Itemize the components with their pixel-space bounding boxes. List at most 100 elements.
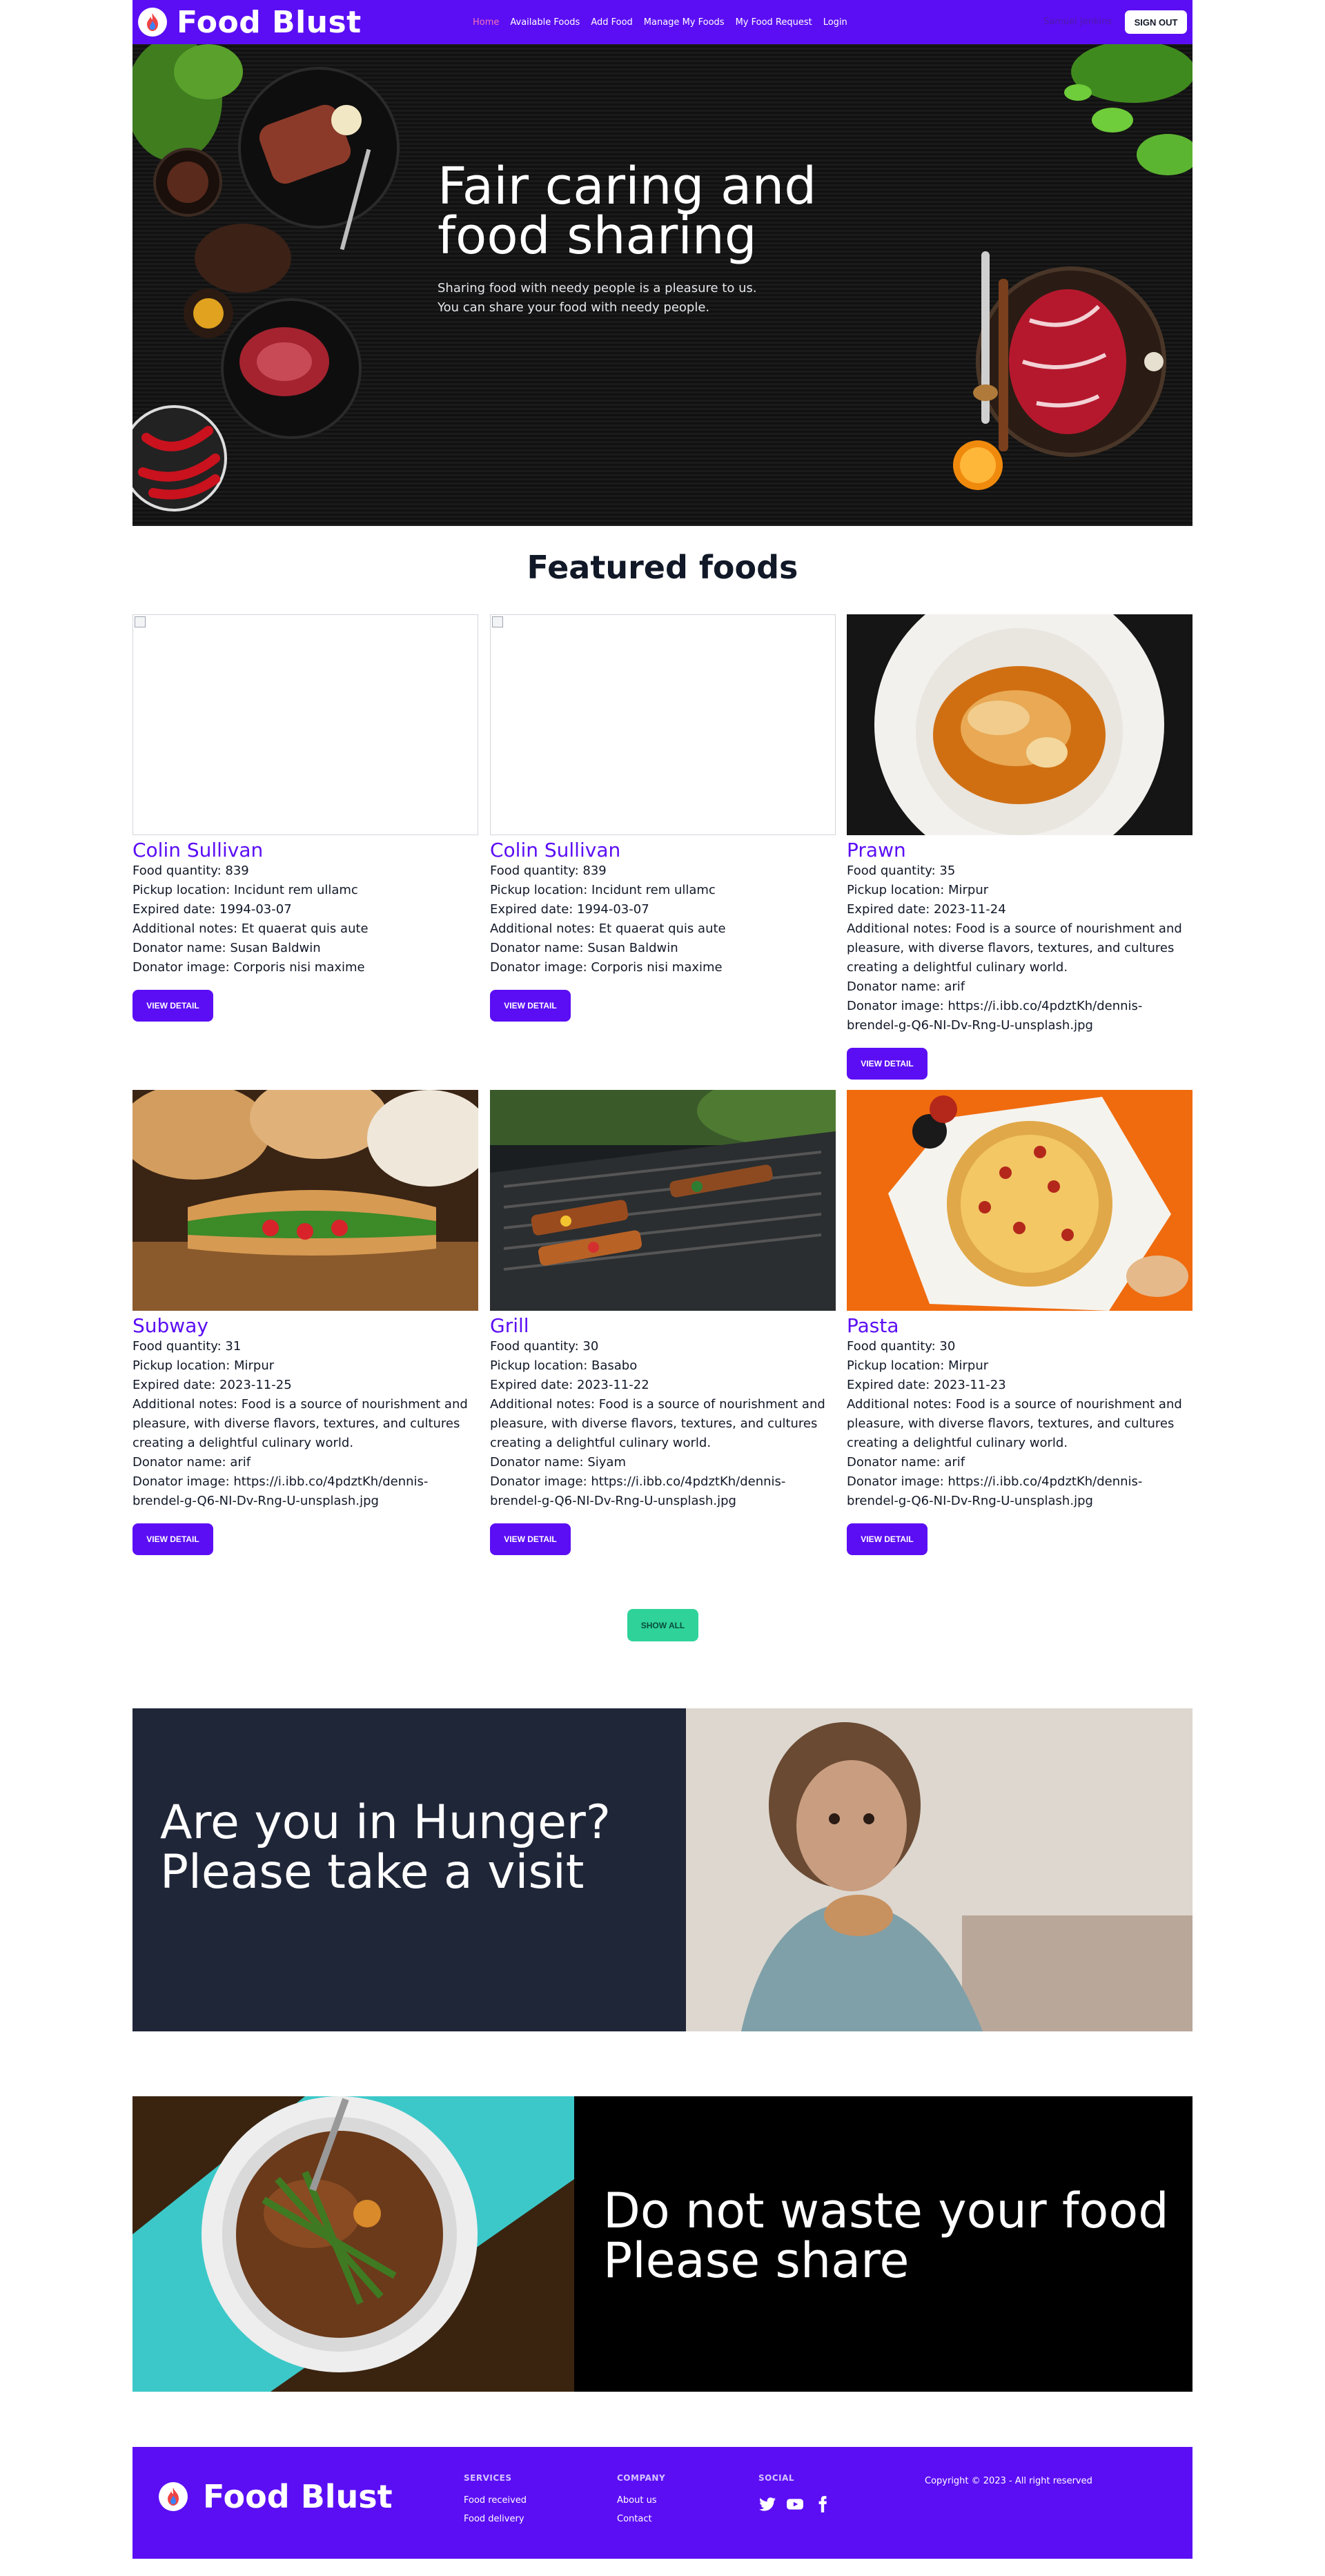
food-quantity: Food quantity: 30 bbox=[490, 1339, 599, 1354]
footer-brand-name: Food Blust bbox=[203, 2478, 393, 2515]
additional-notes: Additional notes: Food is a source of no… bbox=[847, 921, 1182, 975]
food-image-prawn bbox=[847, 614, 1192, 835]
food-card: Colin Sullivan Food quantity: 839 Pickup… bbox=[490, 614, 836, 1022]
nav-link-available-foods[interactable]: Available Foods bbox=[510, 17, 580, 28]
expired-date: Expired date: 1994-03-07 bbox=[132, 902, 292, 917]
additional-notes: Additional notes: Food is a source of no… bbox=[132, 1397, 468, 1450]
additional-notes: Additional notes: Et quaerat quis aute bbox=[132, 921, 369, 936]
donator-name: Donator name: arif bbox=[847, 1455, 965, 1470]
food-name: Pasta bbox=[847, 1314, 899, 1337]
additional-notes: Additional notes: Food is a source of no… bbox=[847, 1397, 1182, 1450]
show-all-button[interactable]: SHOW ALL bbox=[627, 1609, 698, 1641]
donator-image: Donator image: https://i.ibb.co/4pdztKh/… bbox=[847, 999, 1143, 1033]
donator-image: Donator image: https://i.ibb.co/4pdztKh/… bbox=[132, 1474, 429, 1508]
broken-image-icon bbox=[135, 616, 146, 627]
nav-link-manage-my-foods[interactable]: Manage My Foods bbox=[644, 17, 725, 28]
donator-image: Donator image: Corporis nisi maxime bbox=[490, 960, 723, 975]
donator-name: Donator name: arif bbox=[847, 979, 965, 994]
waste-heading: Do not waste your food Please share bbox=[603, 2186, 1169, 2285]
food-image-broken bbox=[132, 614, 478, 835]
view-detail-button[interactable]: VIEW DETAIL bbox=[490, 990, 571, 1022]
food-card: Subway Food quantity: 31 Pickup location… bbox=[132, 1090, 478, 1555]
nav-link-my-food-request[interactable]: My Food Request bbox=[736, 17, 812, 28]
waste-banner: Do not waste your food Please share bbox=[132, 2096, 1192, 2392]
pickup-location: Pickup location: Mirpur bbox=[847, 1358, 989, 1373]
additional-notes: Additional notes: Food is a source of no… bbox=[490, 1397, 825, 1450]
donator-image: Donator image: https://i.ibb.co/4pdztKh/… bbox=[847, 1474, 1143, 1508]
footer-services-title: SERVICES bbox=[464, 2473, 512, 2483]
waste-heading-line-1: Do not waste your food bbox=[603, 2183, 1169, 2239]
facebook-icon[interactable] bbox=[814, 2495, 832, 2513]
flame-logo-icon bbox=[138, 8, 167, 37]
footer-social-title: SOCIAL bbox=[758, 2473, 795, 2483]
food-name: Grill bbox=[490, 1314, 529, 1337]
food-image-pizza bbox=[847, 1090, 1192, 1311]
youtube-icon[interactable] bbox=[786, 2495, 804, 2513]
view-detail-button[interactable]: VIEW DETAIL bbox=[847, 1048, 928, 1080]
broken-image-icon bbox=[492, 616, 503, 627]
pickup-location: Pickup location: Incidunt rem ullamc bbox=[132, 883, 358, 897]
hero-food-decoration-left bbox=[132, 44, 400, 511]
footer-social: SOCIAL bbox=[758, 2473, 832, 2513]
expired-date: Expired date: 2023-11-24 bbox=[847, 902, 1006, 917]
hunger-banner: Are you in Hunger? Please take a visit bbox=[132, 1708, 1192, 2031]
footer-company: COMPANY About us Contact bbox=[617, 2473, 665, 2533]
food-card: Grill Food quantity: 30 Pickup location:… bbox=[490, 1090, 836, 1555]
main-nav: Home Available Foods Add Food Manage My … bbox=[473, 0, 847, 44]
brand-name: Food Blust bbox=[177, 4, 362, 40]
footer: Food Blust SERVICES Food received Food d… bbox=[132, 2447, 1192, 2559]
waste-heading-line-2: Please share bbox=[603, 2232, 910, 2289]
food-name: Colin Sullivan bbox=[490, 839, 621, 861]
user-name: Samuel Jenkins bbox=[1043, 17, 1112, 27]
food-card: Prawn Food quantity: 35 Pickup location:… bbox=[847, 614, 1192, 1080]
twitter-icon[interactable] bbox=[758, 2495, 776, 2513]
footer-link-food-received[interactable]: Food received bbox=[464, 2495, 527, 2506]
hero-food-decoration-right bbox=[953, 44, 1192, 490]
hero-banner: Fair caring and food sharing Sharing foo… bbox=[132, 44, 1192, 526]
nav-link-login[interactable]: Login bbox=[823, 17, 847, 28]
pickup-location: Pickup location: Mirpur bbox=[132, 1358, 275, 1373]
food-name: Subway bbox=[132, 1314, 208, 1337]
flame-logo-icon bbox=[159, 2482, 188, 2511]
hunger-heading: Are you in Hunger? Please take a visit bbox=[160, 1798, 611, 1897]
footer-link-about-us[interactable]: About us bbox=[617, 2495, 665, 2506]
social-links bbox=[758, 2495, 832, 2513]
hero-title: Fair caring and food sharing bbox=[438, 161, 816, 266]
nav-link-add-food[interactable]: Add Food bbox=[591, 17, 632, 28]
pickup-location: Pickup location: Mirpur bbox=[847, 883, 989, 897]
footer-brand[interactable]: Food Blust bbox=[159, 2478, 393, 2515]
donator-name: Donator name: Susan Baldwin bbox=[132, 941, 321, 955]
pickup-location: Pickup location: Basabo bbox=[490, 1358, 638, 1373]
footer-link-food-delivery[interactable]: Food delivery bbox=[464, 2514, 527, 2524]
nav-link-home[interactable]: Home bbox=[473, 17, 499, 28]
donator-name: Donator name: arif bbox=[132, 1455, 251, 1470]
expired-date: Expired date: 2023-11-25 bbox=[132, 1378, 292, 1392]
food-name: Colin Sullivan bbox=[132, 839, 264, 861]
donator-name: Donator name: Susan Baldwin bbox=[490, 941, 678, 955]
hero-title-line-2: food sharing bbox=[438, 206, 757, 266]
expired-date: Expired date: 2023-11-22 bbox=[490, 1378, 649, 1392]
additional-notes: Additional notes: Et quaerat quis aute bbox=[490, 921, 726, 936]
food-bowl-image bbox=[132, 2096, 574, 2392]
sign-out-button[interactable]: SIGN OUT bbox=[1125, 10, 1187, 34]
brand[interactable]: Food Blust bbox=[138, 5, 362, 40]
copyright: Copyright © 2023 - All right reserved bbox=[925, 2476, 1092, 2486]
food-quantity: Food quantity: 839 bbox=[490, 863, 607, 878]
pickup-location: Pickup location: Incidunt rem ullamc bbox=[490, 883, 716, 897]
donator-image: Donator image: Corporis nisi maxime bbox=[132, 960, 365, 975]
food-quantity: Food quantity: 839 bbox=[132, 863, 249, 878]
view-detail-button[interactable]: VIEW DETAIL bbox=[132, 1523, 213, 1555]
expired-date: Expired date: 1994-03-07 bbox=[490, 902, 649, 917]
view-detail-button[interactable]: VIEW DETAIL bbox=[847, 1523, 928, 1555]
hero-subtitle-line-1: Sharing food with needy people is a plea… bbox=[438, 281, 757, 295]
footer-link-contact[interactable]: Contact bbox=[617, 2514, 665, 2524]
view-detail-button[interactable]: VIEW DETAIL bbox=[490, 1523, 571, 1555]
donator-image: Donator image: https://i.ibb.co/4pdztKh/… bbox=[490, 1474, 786, 1508]
featured-foods-heading: Featured foods bbox=[527, 549, 798, 586]
view-detail-button[interactable]: VIEW DETAIL bbox=[132, 990, 213, 1022]
food-image-grill bbox=[490, 1090, 836, 1311]
navbar: Food Blust Home Available Foods Add Food… bbox=[132, 0, 1192, 44]
hero-text: Fair caring and food sharing Sharing foo… bbox=[438, 161, 816, 318]
food-quantity: Food quantity: 35 bbox=[847, 863, 956, 878]
hunger-heading-line-1: Are you in Hunger? bbox=[160, 1795, 611, 1850]
